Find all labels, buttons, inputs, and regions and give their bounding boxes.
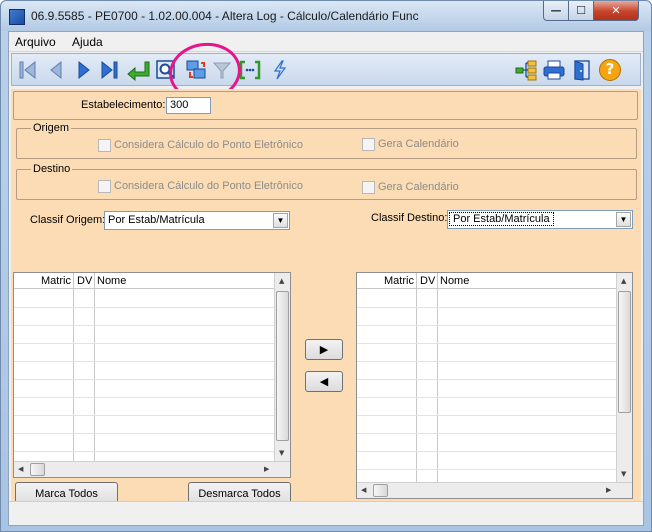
previous-record-icon[interactable] <box>44 58 68 82</box>
last-record-icon[interactable] <box>98 58 122 82</box>
help-icon[interactable]: ? <box>598 58 622 82</box>
move-right-button[interactable]: ▶ <box>305 339 343 360</box>
destino-considera-label: Considera Cálculo do Ponto Eletrônico <box>114 180 303 192</box>
destino-grid-hscroll[interactable]: ◀ ▶ <box>357 482 632 498</box>
confirm-icon[interactable] <box>126 58 150 82</box>
window-title: 06.9.5585 - PE0700 - 1.02.00.004 - Alter… <box>31 9 419 23</box>
destino-title: Destino <box>31 163 73 175</box>
help-glyph: ? <box>605 60 615 78</box>
destino-grid[interactable]: Matric DV Nome ▲ ▼ ◀ ▶ <box>356 272 633 499</box>
first-record-icon[interactable] <box>16 58 40 82</box>
chevron-down-icon[interactable]: ▼ <box>616 212 631 227</box>
origem-grid-hscroll[interactable]: ◀ ▶ <box>14 461 290 477</box>
app-window: 06.9.5585 - PE0700 - 1.02.00.004 - Alter… <box>0 0 652 532</box>
close-button[interactable]: ✕ <box>593 1 639 21</box>
destino-gera-checkbox[interactable] <box>362 181 375 194</box>
menu-ajuda[interactable]: Ajuda <box>72 35 103 49</box>
origem-title: Origem <box>31 122 72 134</box>
origem-gera-label: Gera Calendário <box>378 138 459 150</box>
scroll-thumb[interactable] <box>276 291 289 441</box>
move-left-button[interactable]: ◀ <box>305 371 343 392</box>
destino-grid-vscroll[interactable]: ▲ ▼ <box>616 273 632 482</box>
status-bar <box>9 501 643 525</box>
classif-destino-label: Classif Destino: <box>371 212 448 224</box>
form-panel: Estabelecimento: 300 Origem Considera Cá… <box>11 89 641 506</box>
destino-gera-label: Gera Calendário <box>378 181 459 193</box>
print-icon[interactable] <box>542 58 566 82</box>
destino-grid-header: Matric DV Nome <box>357 273 632 289</box>
column-header-matric[interactable]: Matric <box>384 275 414 287</box>
origem-grid[interactable]: Matric DV Nome ▲ ▼ ◀ ▶ <box>13 272 291 478</box>
column-header-nome[interactable]: Nome <box>97 275 126 287</box>
brackets-icon[interactable] <box>238 58 262 82</box>
scroll-thumb[interactable] <box>618 291 631 413</box>
exit-icon[interactable] <box>570 58 594 82</box>
tree-icon[interactable] <box>514 58 538 82</box>
origem-considera-checkbox[interactable] <box>98 139 111 152</box>
classif-destino-value: Por Estab/Matrícula <box>449 212 554 226</box>
origem-grid-header: Matric DV Nome <box>14 273 290 289</box>
app-icon <box>9 9 25 25</box>
estabelecimento-input[interactable]: 300 <box>166 97 211 114</box>
menu-bar: Arquivo Ajuda <box>9 32 643 52</box>
column-header-dv[interactable]: DV <box>420 275 435 287</box>
classif-origem-select[interactable]: Por Estab/Matrícula ▼ <box>104 211 290 230</box>
classif-origem-value: Por Estab/Matrícula <box>108 214 205 226</box>
origem-grid-vscroll[interactable]: ▲ ▼ <box>274 273 290 461</box>
client-area: Arquivo Ajuda ? Estabelecimento: 300 Ori… <box>8 31 644 526</box>
maximize-button[interactable]: ☐ <box>568 1 594 21</box>
column-header-matric[interactable]: Matric <box>41 275 71 287</box>
minimize-button[interactable]: — <box>543 1 569 21</box>
scroll-thumb[interactable] <box>30 463 45 476</box>
origem-considera-label: Considera Cálculo do Ponto Eletrônico <box>114 139 303 151</box>
title-bar[interactable]: 06.9.5585 - PE0700 - 1.02.00.004 - Alter… <box>1 1 651 31</box>
origem-gera-checkbox[interactable] <box>362 138 375 151</box>
next-record-icon[interactable] <box>72 58 96 82</box>
lightning-icon[interactable] <box>268 58 292 82</box>
classif-destino-select[interactable]: Por Estab/Matrícula ▼ <box>447 210 633 229</box>
destino-considera-checkbox[interactable] <box>98 180 111 193</box>
scroll-thumb[interactable] <box>373 484 388 497</box>
chevron-down-icon[interactable]: ▼ <box>273 213 288 228</box>
column-header-dv[interactable]: DV <box>77 275 92 287</box>
estabelecimento-label: Estabelecimento: <box>81 99 166 111</box>
menu-arquivo[interactable]: Arquivo <box>15 35 56 49</box>
column-header-nome[interactable]: Nome <box>440 275 469 287</box>
toolbar: ? <box>11 53 641 86</box>
classif-origem-label: Classif Origem: <box>30 214 106 226</box>
